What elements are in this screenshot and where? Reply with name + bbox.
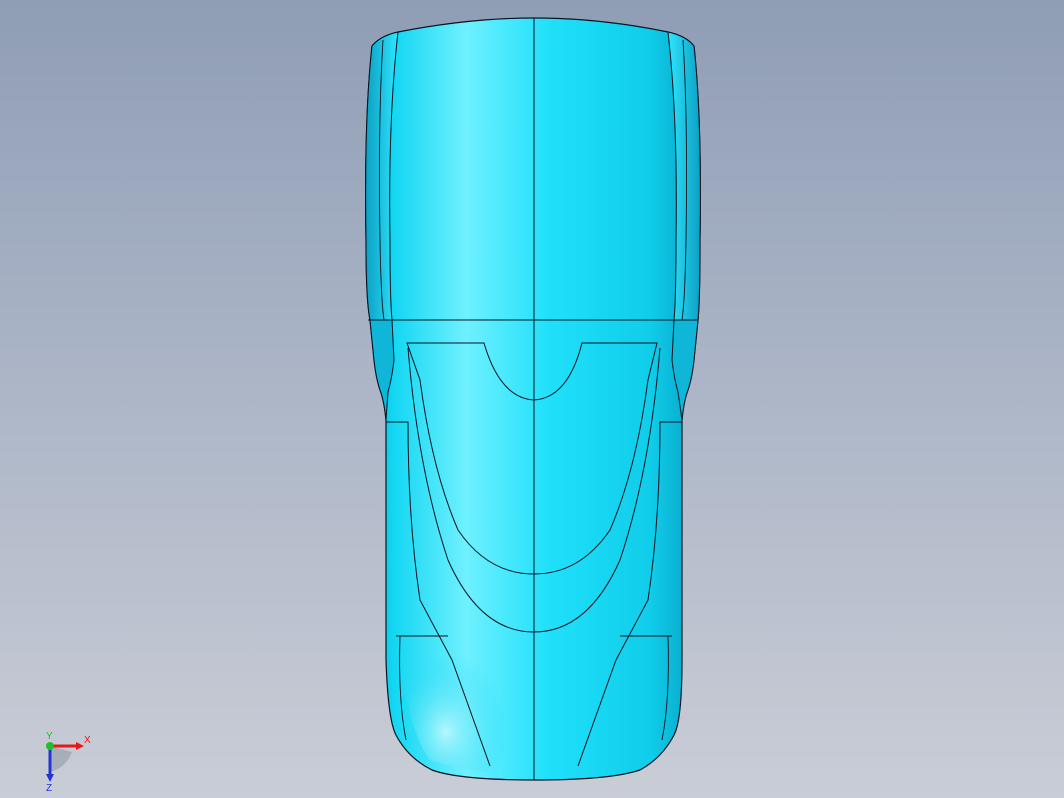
- z-axis-arrowhead: [46, 774, 54, 782]
- y-axis-dot: [46, 742, 54, 750]
- model-view[interactable]: [0, 0, 1064, 798]
- coordinate-triad: [46, 742, 84, 782]
- x-axis-arrowhead: [76, 742, 84, 750]
- graphics-viewport[interactable]: X Y Z: [0, 0, 1064, 798]
- z-axis-label: Z: [46, 783, 53, 794]
- triad-shadow: [50, 746, 72, 772]
- y-axis-label: Y: [46, 731, 53, 742]
- x-axis-label: X: [84, 735, 91, 746]
